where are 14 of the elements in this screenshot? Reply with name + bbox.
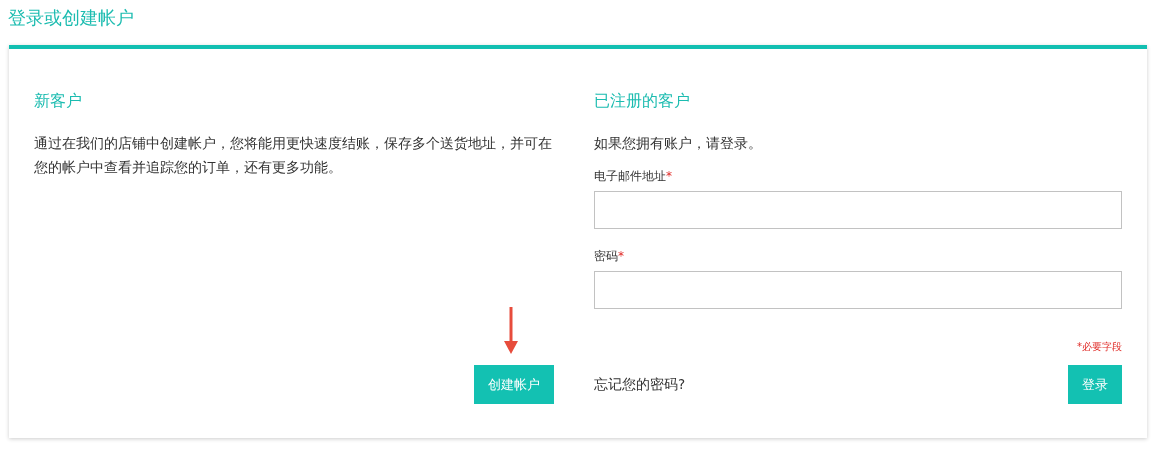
section-heading: 新客户 <box>34 90 82 112</box>
arrow-icon <box>503 306 519 355</box>
login-button[interactable]: 登录 <box>1068 364 1122 404</box>
field-label: 电子邮件地址* <box>594 168 672 185</box>
create-account-button[interactable]: 创建帐户 <box>474 364 554 404</box>
input-field[interactable] <box>594 191 1122 229</box>
field-label: 密码* <box>594 248 624 265</box>
section-heading: 已注册的客户 <box>594 90 690 112</box>
input-field[interactable] <box>594 271 1122 309</box>
required-note: *必要字段 <box>1077 340 1122 354</box>
page-title: 登录或创建帐户 <box>8 6 134 30</box>
forgot-password-link[interactable]: 忘记您的密码? <box>594 374 686 395</box>
intro-text: 如果您拥有账户，请登录。 <box>594 135 762 151</box>
description-text: 通过在我们的店铺中创建帐户，您将能用更快速度结账，保存多个送货地址，并可在您的帐户中查看并追踪您的订单，还有更多功能。 <box>34 134 553 177</box>
